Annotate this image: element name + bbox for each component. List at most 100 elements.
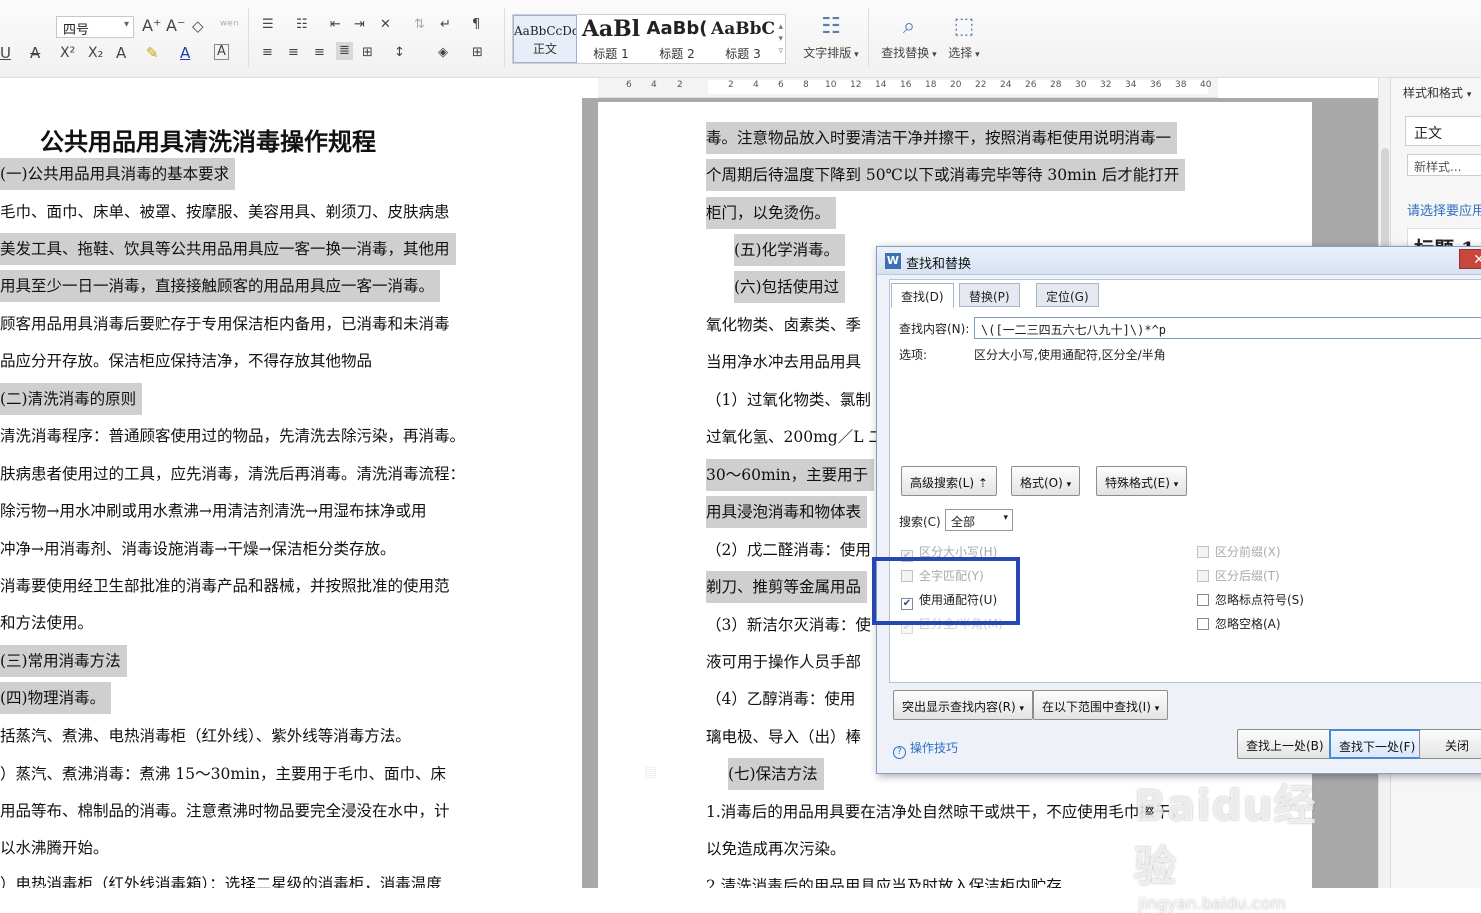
find-in-button[interactable]: 在以下范围中查找(I) ▾: [1033, 690, 1168, 720]
grow-font-icon[interactable]: A⁺: [142, 17, 161, 35]
ignore-punctuation-checkbox[interactable]: 忽略标点符号(S): [1197, 591, 1304, 608]
doc-line: 美发工具、拖鞋、饮具等公共用品用具应一客一换一消毒，其他用: [0, 233, 456, 265]
doc-line: 括蒸汽、煮沸、电热消毒柜（红外线）、紫外线等消毒方法。: [0, 720, 417, 752]
gallery-scroll-icon[interactable]: ▴▾▿: [778, 21, 783, 57]
doc-line: （3）新洁尔灭消毒：使: [706, 609, 877, 641]
ruler-tick: 8: [803, 80, 809, 90]
find-replace-button[interactable]: ⌕ 查找替换 ▾: [878, 14, 940, 61]
tips-label: 操作技巧: [910, 741, 958, 755]
ignore-space-label: 忽略空格(A): [1215, 617, 1281, 631]
style-heading1[interactable]: AaBl 标题 1: [579, 15, 643, 63]
find-next-button[interactable]: 查找下一处(F): [1329, 729, 1425, 759]
special-format-button[interactable]: 特殊格式(E) ▾: [1096, 466, 1187, 496]
search-scope-value: 全部: [951, 515, 975, 529]
page-note-icon[interactable]: ▤: [644, 764, 657, 780]
bullet-list-icon[interactable]: ☰: [262, 16, 274, 34]
justify-icon[interactable]: ≣: [336, 42, 353, 60]
subscript-icon[interactable]: X₂: [88, 44, 103, 62]
match-prefix-checkbox[interactable]: 区分前缀(X): [1197, 543, 1281, 560]
doc-line: 氧化物类、卤素类、季: [706, 309, 867, 341]
numbered-list-icon[interactable]: ☷: [296, 16, 308, 34]
show-marks-icon[interactable]: ¶: [472, 16, 480, 34]
options-value: 区分大小写,使用通配符,区分全/半角: [974, 346, 1166, 363]
superscript-icon[interactable]: X²: [60, 44, 75, 62]
line-spacing-icon[interactable]: ↕: [394, 44, 405, 62]
doc-line: 1.消毒后的用品用具要在洁净处自然晾干或烘干，不应使用毛巾擦干，: [706, 796, 1192, 828]
strikethrough-icon[interactable]: A: [30, 44, 40, 62]
text-layout-button[interactable]: ☷ 文字排版 ▾: [800, 14, 862, 61]
highlight-results-button[interactable]: 突出显示查找内容(R) ▾: [893, 690, 1033, 720]
ruler-tick: 18: [925, 80, 936, 90]
document-page-left[interactable]: 公共用品用具清洗消毒操作规程 (一)公共用品用具消毒的基本要求 毛巾、面巾、床单…: [0, 98, 582, 888]
shading-icon[interactable]: ◈: [438, 44, 448, 62]
pinyin-icon[interactable]: ʷᵉⁿ: [220, 17, 239, 35]
style-heading3[interactable]: AaBbC 标题 3: [711, 15, 775, 63]
doc-line: 冲净→用消毒剂、消毒设施消毒→干燥→保洁柜分类存放。: [0, 533, 401, 565]
sidebar-title: 样式和格式: [1403, 86, 1463, 100]
tab-replace[interactable]: 替换(P): [959, 283, 1020, 307]
style-heading2[interactable]: AaBb( 标题 2: [645, 15, 709, 63]
dialog-titlebar[interactable]: W 查找和替换 ✕: [877, 247, 1481, 275]
format-button[interactable]: 格式(O) ▾: [1011, 466, 1080, 496]
horizontal-ruler[interactable]: 6 4 2 2 4 6 8 10 12 14 16 18 20 22 24 26…: [598, 78, 1218, 98]
advanced-search-button[interactable]: 高级搜索(L) ⇡: [901, 466, 997, 496]
style-normal[interactable]: AaBbCcDd 正文: [513, 15, 577, 63]
doc-line: （2）戊二醛消毒：使用: [706, 534, 877, 566]
text-effect-icon[interactable]: A: [116, 44, 126, 62]
chevron-down-icon[interactable]: ▾: [1467, 90, 1472, 100]
underline-icon[interactable]: U: [0, 44, 11, 62]
doc-line: 30～60min，主要用于: [706, 459, 874, 491]
sort-icon[interactable]: ↵: [440, 16, 451, 34]
clear-format-icon[interactable]: ◇: [192, 17, 204, 35]
find-previous-button[interactable]: 查找上一处(B): [1237, 729, 1333, 759]
distribute-icon[interactable]: ⊞: [362, 44, 373, 62]
doc-line: 除污物→用水冲刷或用水煮沸→用清洁剂清洗→用湿布抹净或用: [0, 495, 432, 527]
align-center-icon[interactable]: ≡: [288, 44, 299, 62]
char-border-icon[interactable]: A: [214, 44, 229, 60]
ruler-tick: 14: [875, 80, 886, 90]
chevron-down-icon: ▾: [1155, 704, 1160, 714]
tab-find[interactable]: 查找(D): [891, 283, 954, 308]
style-normal-caption: 正文: [514, 40, 576, 57]
shrink-font-icon[interactable]: A⁻: [166, 17, 185, 35]
sidebar-hint: 请选择要应用: [1407, 200, 1481, 219]
borders-icon[interactable]: ⊞: [472, 44, 483, 62]
highlight-results-label: 突出显示查找内容(R): [902, 700, 1016, 714]
current-style-box[interactable]: 正文: [1405, 116, 1481, 146]
tips-link[interactable]: ?操作技巧: [893, 739, 958, 759]
find-input[interactable]: \([一二三四五六七八九十]\)*^p ▾: [974, 317, 1481, 339]
align-right-icon[interactable]: ≡: [314, 44, 325, 62]
doc-line: ）电热消毒柜（红外线消毒箱）：选择二星级的消毒柜，消毒温度: [0, 868, 448, 888]
find-replace-dialog: W 查找和替换 ✕ 查找(D) 替换(P) 定位(G) 查找内容(N): \([…: [876, 246, 1481, 774]
style-heading2-preview: AaBb(: [645, 15, 709, 43]
text-direction-icon[interactable]: ⇅: [414, 16, 425, 34]
font-color-icon[interactable]: A: [180, 44, 190, 62]
font-size-select[interactable]: 四号 ▾: [56, 16, 134, 38]
chevron-down-icon: ▾: [1174, 480, 1179, 490]
indent-icon[interactable]: ⇥: [354, 16, 365, 34]
dialog-title: 查找和替换: [906, 253, 971, 272]
outdent-icon[interactable]: ⇤: [330, 16, 341, 34]
close-button[interactable]: 关闭: [1419, 729, 1481, 759]
align-left-icon[interactable]: ≡: [262, 44, 273, 62]
tab-goto[interactable]: 定位(G): [1036, 283, 1099, 307]
style-normal-preview: AaBbCcDd: [514, 16, 576, 38]
close-icon[interactable]: ✕: [1459, 249, 1481, 269]
doc-heading: (七)保洁方法: [728, 758, 824, 790]
style-heading3-preview: AaBbC: [711, 15, 775, 43]
chinese-layout-icon[interactable]: ✕: [380, 16, 391, 34]
new-style-button[interactable]: 新样式...: [1407, 154, 1481, 176]
ruler-tick: 38: [1175, 80, 1186, 90]
search-scope-select[interactable]: 全部 ▾: [945, 509, 1013, 531]
match-suffix-checkbox[interactable]: 区分后缀(T): [1197, 567, 1280, 584]
doc-line: （4）乙醇消毒：使用: [706, 683, 861, 715]
ruler-tick: 36: [1150, 80, 1161, 90]
watermark-url: jingyan.baidu.com: [1138, 894, 1334, 913]
doc-line: 用品等布、棉制品的消毒。注意煮沸时物品要完全浸没在水中，计: [0, 795, 456, 827]
highlight-icon[interactable]: ✎: [146, 44, 159, 62]
doc-line: 毛巾、面巾、床单、被罩、按摩服、美容用具、剃须刀、皮肤病患: [0, 196, 456, 228]
annotation-highlight-box: [872, 557, 1020, 625]
style-heading2-caption: 标题 2: [645, 45, 709, 62]
ignore-space-checkbox[interactable]: 忽略空格(A): [1197, 615, 1281, 632]
select-button[interactable]: ⬚ 选择 ▾: [944, 14, 984, 61]
